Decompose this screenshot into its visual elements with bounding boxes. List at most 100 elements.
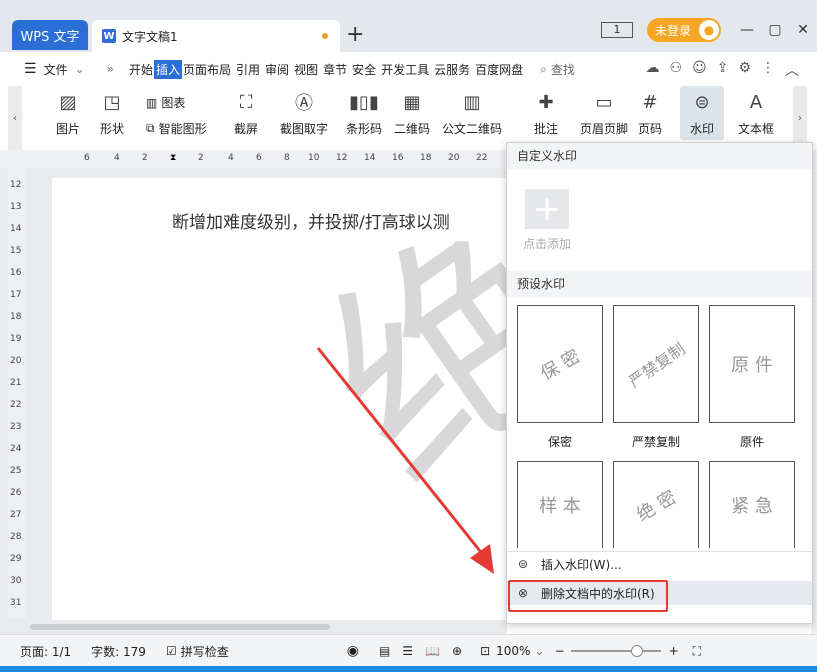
settings-icon[interactable]: ⚙	[738, 60, 751, 80]
ribbon-right-arrow[interactable]: ›	[793, 86, 807, 150]
ribbon-left-arrow[interactable]: ‹	[8, 86, 22, 150]
avatar-icon: ●	[699, 20, 719, 40]
export-icon[interactable]: ⇪	[717, 60, 729, 80]
scroll-thumb[interactable]	[30, 624, 330, 630]
official-qrcode-button[interactable]: ▥ 公文二维码	[442, 86, 502, 137]
menu-security[interactable]: 安全	[351, 61, 377, 78]
smart-graphic-button[interactable]: ⧉ 智能图形	[146, 120, 207, 137]
add-custom-watermark[interactable]: + 点击添加	[519, 189, 575, 251]
page-number-icon: #	[642, 91, 658, 113]
textbox-button[interactable]: A 文本框	[738, 86, 774, 137]
spellcheck-icon[interactable]: ☑	[166, 644, 177, 658]
chevron-down-icon[interactable]: ⌄	[75, 62, 85, 76]
menu-cloud[interactable]: 云服务	[433, 61, 471, 78]
menu-chapter[interactable]: 章节	[322, 61, 348, 78]
outline-view-icon[interactable]: ☰	[402, 644, 413, 658]
word-count[interactable]: 字数: 179	[91, 643, 146, 660]
picture-button[interactable]: ▨ 图片	[56, 86, 80, 137]
zoom-slider[interactable]	[570, 645, 661, 657]
eye-protect-icon[interactable]: ◉	[347, 643, 359, 659]
menu-insert[interactable]: 插入	[154, 59, 183, 79]
page-view-mode-icon[interactable]: ▤	[379, 644, 390, 658]
zoom-dropdown-icon[interactable]: ⌄	[534, 644, 544, 658]
menu-layout[interactable]: 页面布局	[182, 61, 232, 78]
ocr-icon: Ⓐ	[295, 93, 313, 114]
preset-watermark-title: 预设水印	[507, 271, 812, 297]
comment-button[interactable]: ✚ 批注	[534, 86, 558, 137]
header-footer-button[interactable]: ▭ 页眉页脚	[580, 86, 628, 137]
watermark-insert-icon: ⊜	[517, 557, 529, 571]
barcode-button[interactable]: ▮▯▮ 条形码	[346, 86, 382, 137]
fullscreen-icon[interactable]: ⛶	[693, 644, 701, 659]
screenshot-button[interactable]: ⛶ 截屏	[234, 86, 258, 137]
horizontal-scrollbar[interactable]	[0, 620, 507, 634]
smart-graphic-icon: ⧉	[146, 121, 155, 135]
zoom-slider-thumb[interactable]	[630, 645, 643, 657]
close-button[interactable]: ✕	[789, 22, 817, 38]
read-mode-icon[interactable]: 📖	[425, 644, 440, 658]
indent-marker-icon[interactable]: ⧗	[170, 153, 176, 163]
spellcheck-label[interactable]: 拼写检查	[181, 643, 229, 660]
tab-wps-home[interactable]: WPS 文字	[12, 20, 88, 50]
document-tab-title: 文字文稿1	[122, 29, 178, 44]
menu-devtools[interactable]: 开发工具	[380, 61, 430, 78]
insert-watermark-item[interactable]: ⊜ 插入水印(W)...	[507, 551, 812, 576]
menu-baidu[interactable]: 百度网盘	[474, 61, 524, 78]
minimize-button[interactable]: —	[733, 22, 761, 38]
menu-review[interactable]: 审阅	[264, 61, 290, 78]
preset-sample[interactable]: 样 本	[517, 461, 603, 548]
zoom-in-icon[interactable]: +	[669, 644, 679, 658]
picture-icon: ▨	[59, 91, 77, 113]
status-bar: 页面: 1/1 字数: 179 ☑ 拼写检查 ◉ ▤ ☰ 📖 ⊕ ⊡ 100% …	[0, 634, 817, 667]
preset-top-secret[interactable]: 绝 密	[613, 461, 699, 548]
hamburger-icon[interactable]: ☰	[24, 61, 37, 77]
cloud-sync-icon[interactable]: ☁	[646, 60, 660, 80]
highlight-box	[508, 580, 668, 612]
preset-confidential[interactable]: 保 密	[517, 305, 603, 423]
zoom-out-icon[interactable]: −	[555, 644, 565, 658]
textbox-icon: A	[749, 91, 763, 113]
tab-document[interactable]: W 文字文稿1	[92, 20, 340, 52]
preset-no-copy[interactable]: 严禁复制	[613, 305, 699, 423]
plus-icon: +	[525, 189, 569, 229]
search-label[interactable]: 查找	[551, 61, 575, 78]
preset-original[interactable]: 原 件	[709, 305, 795, 423]
watermark-button[interactable]: ⊜ 水印	[680, 86, 724, 140]
document-area[interactable]: 断增加难度级别，并投掷/打高球以测 绝密	[0, 168, 507, 620]
menu-reference[interactable]: 引用	[235, 61, 261, 78]
more-icon[interactable]: ⋮	[761, 60, 775, 80]
watermark-icon: ⊜	[694, 91, 710, 113]
title-bar: WPS 文字 W 文字文稿1 + 1 未登录 ● — ▢ ✕	[0, 0, 817, 52]
writer-doc-icon: W	[102, 29, 116, 43]
login-button[interactable]: 未登录 ●	[646, 18, 721, 42]
chart-button[interactable]: ▥ 图表	[146, 94, 185, 111]
double-chevron-icon[interactable]: »	[107, 62, 114, 76]
share-user-icon[interactable]: ⚇	[670, 60, 683, 80]
custom-watermark-title: 自定义水印	[507, 143, 812, 169]
shape-button[interactable]: ◳ 形状	[100, 86, 124, 137]
qrcode-button[interactable]: ▦ 二维码	[394, 86, 430, 137]
fit-page-icon[interactable]: ⊡	[480, 644, 490, 658]
web-view-icon[interactable]: ⊕	[452, 644, 462, 658]
login-label: 未登录	[654, 23, 691, 38]
shape-icon: ◳	[103, 91, 121, 113]
maximize-button[interactable]: ▢	[761, 22, 789, 38]
page-view-icon[interactable]: 1	[600, 22, 633, 38]
menu-home[interactable]: 开始	[128, 61, 154, 78]
document-page[interactable]: 断增加难度级别，并投掷/打高球以测 绝密	[52, 168, 507, 620]
collapse-ribbon-icon[interactable]: ︿	[785, 60, 799, 80]
preset-urgent[interactable]: 紧 急	[709, 461, 795, 548]
new-tab-button[interactable]: +	[346, 22, 364, 47]
qrcode-icon: ▦	[403, 91, 421, 113]
page-number-button[interactable]: # 页码	[638, 86, 662, 137]
ocr-button[interactable]: Ⓐ 截图取字	[280, 86, 328, 137]
page-indicator[interactable]: 页面: 1/1	[20, 643, 71, 660]
zoom-value[interactable]: 100%	[496, 644, 530, 658]
watermark-dropdown: 自定义水印 + 点击添加 预设水印 保 密 严禁复制 原 件 保密 严禁复制 原…	[506, 142, 813, 624]
search-icon[interactable]: ⌕	[540, 62, 547, 77]
vertical-ruler: 12 13 14 15 16 17 18 19 20 21 22 23 24 2…	[8, 168, 26, 618]
comment-icon[interactable]: ☺	[692, 60, 707, 80]
menu-view[interactable]: 视图	[293, 61, 319, 78]
menu-file[interactable]: 文件	[43, 61, 69, 78]
horizontal-ruler: 6 4 2 ⧗ 2 4 6 8 10 12 14 16 18 20 22	[0, 150, 507, 168]
